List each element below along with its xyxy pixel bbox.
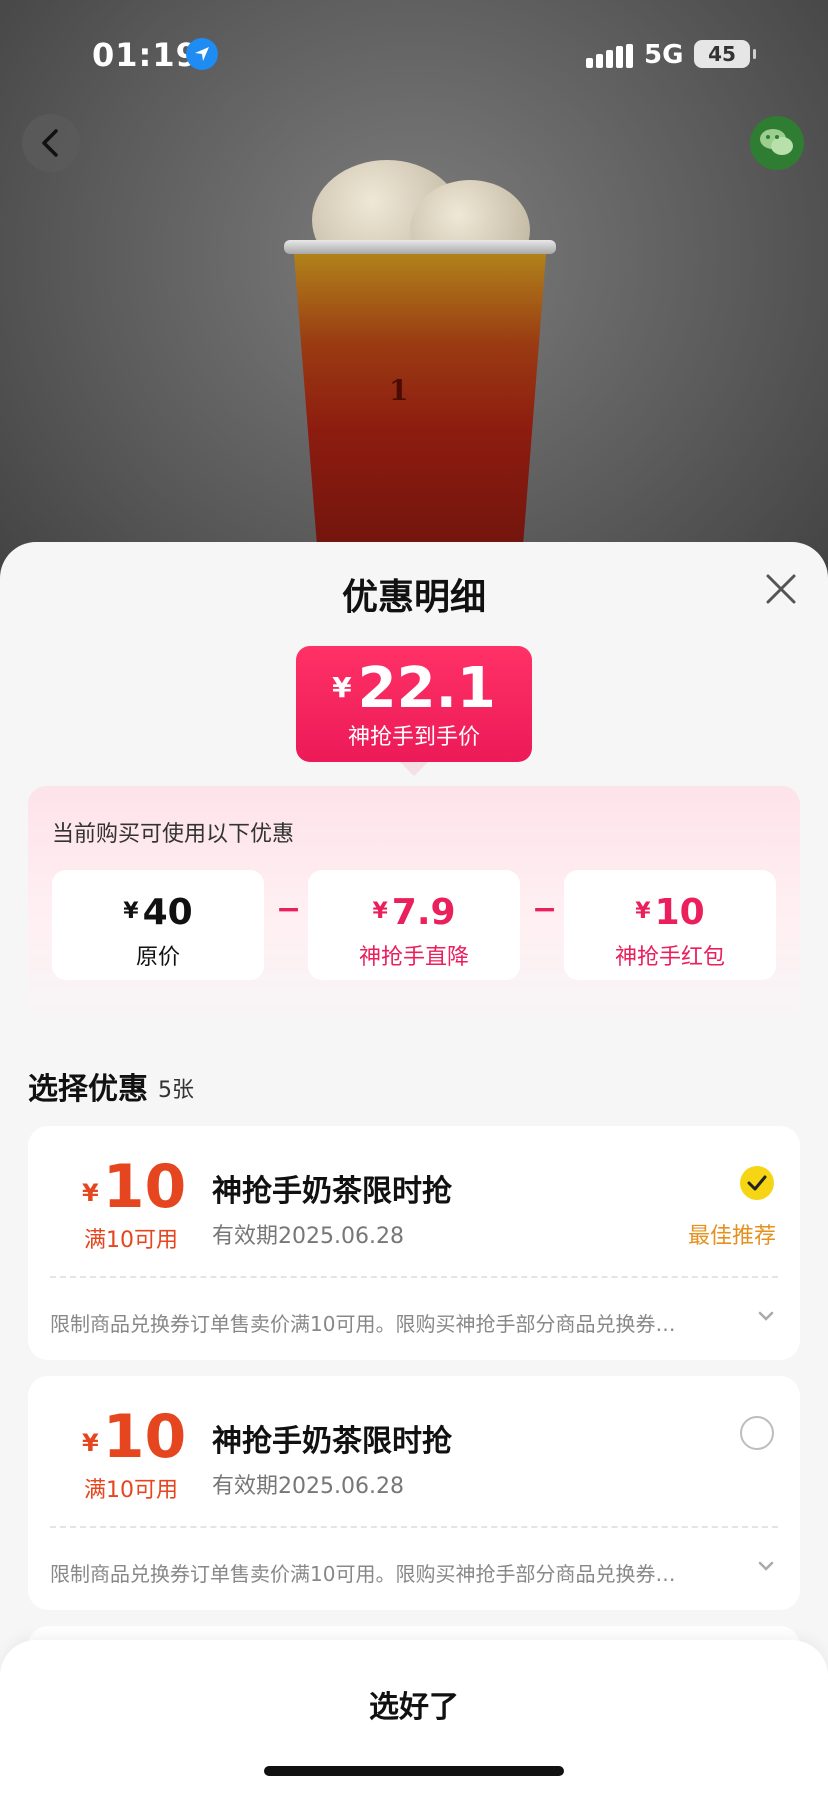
coupon-rule: 限制商品兑换券订单售卖价满10可用。限购买神抢手部分商品兑换券… bbox=[50, 1562, 676, 1586]
chevron-down-icon[interactable] bbox=[756, 1558, 776, 1574]
minus-sign: − bbox=[532, 892, 558, 927]
final-price: ¥22.1 bbox=[332, 656, 496, 721]
signal-icon bbox=[586, 44, 633, 68]
red-packet-card: ¥10 神抢手红包 bbox=[564, 870, 776, 980]
confirm-button[interactable]: 选好了 bbox=[0, 1682, 828, 1726]
close-icon[interactable] bbox=[764, 572, 798, 606]
price-breakdown: 当前购买可使用以下优惠 ¥40 原价 − ¥7.9 神抢手直降 − ¥10 神抢… bbox=[28, 786, 800, 1016]
breakdown-title: 当前购买可使用以下优惠 bbox=[52, 822, 295, 847]
coupon-rule: 限制商品兑换券订单售卖价满10可用。限购买神抢手部分商品兑换券… bbox=[50, 1312, 676, 1336]
home-indicator bbox=[264, 1766, 564, 1776]
location-arrow-icon bbox=[186, 38, 218, 70]
drink-cup-image: 1 bbox=[280, 150, 560, 574]
wechat-icon bbox=[760, 129, 793, 155]
final-price-label: 神抢手到手价 bbox=[347, 725, 480, 750]
battery-icon: 45 bbox=[694, 40, 756, 68]
best-recommend-badge: 最佳推荐 bbox=[687, 1224, 776, 1249]
chevron-down-icon[interactable] bbox=[756, 1308, 776, 1324]
sheet-title: 优惠明细 bbox=[341, 577, 486, 618]
select-discount-title: 选择优惠 bbox=[28, 1072, 148, 1107]
coupon-card[interactable]: ¥10 满10可用 神抢手奶茶限时抢 有效期2025.06.28 限制商品兑换券… bbox=[28, 1376, 800, 1610]
coupon-validity: 有效期2025.06.28 bbox=[212, 1474, 404, 1499]
dashed-divider bbox=[50, 1276, 778, 1278]
check-icon bbox=[747, 1175, 767, 1191]
coupon-validity: 有效期2025.06.28 bbox=[212, 1224, 404, 1249]
coupon-checkbox-unchecked[interactable] bbox=[740, 1416, 774, 1450]
minus-sign: − bbox=[276, 892, 302, 927]
status-bar: 01:19 5G 45 bbox=[0, 0, 828, 110]
discount-detail-sheet: 优惠明细 ¥22.1 神抢手到手价 当前购买可使用以下优惠 ¥40 原价 − ¥… bbox=[0, 542, 828, 1795]
dashed-divider bbox=[50, 1526, 778, 1528]
wechat-share-button[interactable] bbox=[750, 116, 804, 170]
back-button[interactable] bbox=[22, 114, 80, 172]
direct-discount-card: ¥7.9 神抢手直降 bbox=[308, 870, 520, 980]
coupon-amount: ¥10 bbox=[82, 1402, 187, 1472]
coupon-name: 神抢手奶茶限时抢 bbox=[212, 1424, 452, 1459]
coupon-checkbox-checked[interactable] bbox=[740, 1166, 774, 1200]
chevron-left-icon bbox=[42, 129, 58, 157]
status-time: 01:19 bbox=[92, 36, 199, 74]
coupon-condition: 满10可用 bbox=[84, 1228, 178, 1253]
coupon-amount: ¥10 bbox=[82, 1152, 187, 1222]
coupon-count: 5张 bbox=[158, 1078, 194, 1103]
screen: 1 01:19 5G 45 优惠明细 ¥ 22.1 神抢手到手价 当前购买可使用… bbox=[0, 0, 828, 1795]
final-price-badge: ¥22.1 神抢手到手价 bbox=[296, 646, 532, 776]
network-type: 5G bbox=[644, 40, 684, 70]
footer-bar: 选好了 bbox=[0, 1640, 828, 1795]
original-price-card: ¥40 原价 bbox=[52, 870, 264, 980]
coupon-card[interactable]: ¥10 满10可用 神抢手奶茶限时抢 有效期2025.06.28 最佳推荐 限制… bbox=[28, 1126, 800, 1360]
coupon-name: 神抢手奶茶限时抢 bbox=[212, 1174, 452, 1209]
coupon-condition: 满10可用 bbox=[84, 1478, 178, 1503]
